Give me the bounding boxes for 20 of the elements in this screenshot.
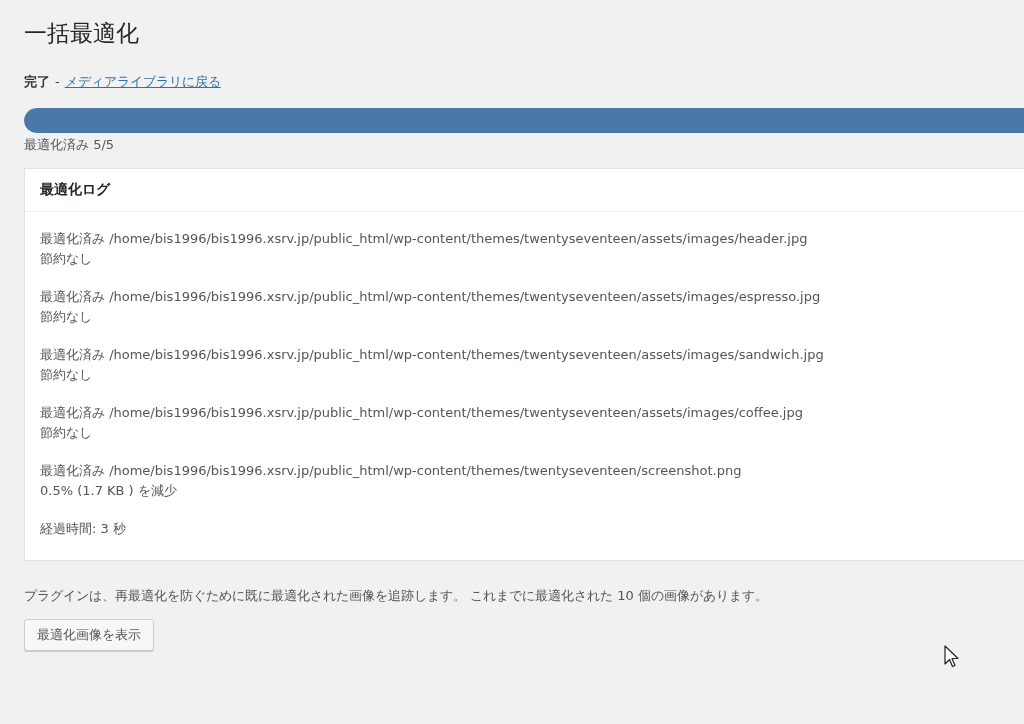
- log-file-line: 最適化済み /home/bis1996/bis1996.xsrv.jp/public_html/wp-content/themes/twentyseventeen/assets/images/espresso.jpg: [40, 288, 822, 306]
- log-file-line: 最適化済み /home/bis1996/bis1996.xsrv.jp/public_html/wp-content/themes/twentyseventeen/assets/images/sandwich.jpg: [40, 346, 825, 364]
- separator: -: [55, 74, 60, 89]
- log-result: 節約なし: [40, 424, 93, 442]
- page-title: 一括最適化: [24, 19, 140, 48]
- log-result: 0.5% (1.7 KB ) を減少: [40, 482, 178, 500]
- media-library-link[interactable]: メディアライブラリに戻る: [64, 73, 221, 91]
- log-heading: 最適化ログ: [25, 169, 1024, 212]
- log-result: 節約なし: [40, 366, 93, 384]
- log-file-line: 最適化済み /home/bis1996/bis1996.xsrv.jp/public_html/wp-content/themes/twentyseventeen/assets/images/coffee.jpg: [40, 404, 804, 422]
- log-file-line: 最適化済み /home/bis1996/bis1996.xsrv.jp/public_html/wp-content/themes/twentyseventeen/screenshot.png: [40, 462, 743, 480]
- log-result: 節約なし: [40, 250, 93, 268]
- progress-caption: 最適化済み 5/5: [24, 136, 116, 154]
- mouse-pointer-icon: [944, 645, 962, 669]
- log-result: 節約なし: [40, 308, 93, 326]
- log-file-line: 最適化済み /home/bis1996/bis1996.xsrv.jp/public_html/wp-content/themes/twentyseventeen/assets/images/header.jpg: [40, 230, 809, 248]
- elapsed-time: 経過時間: 3 秒: [40, 520, 127, 538]
- status-label: 完了: [24, 73, 50, 91]
- show-optimized-images-button[interactable]: 最適化画像を表示: [24, 619, 154, 651]
- info-text: プラグインは、再最適化を防ぐために既に最適化された画像を追跡します。 これまでに最適化された 10 個の画像があります。: [24, 587, 769, 605]
